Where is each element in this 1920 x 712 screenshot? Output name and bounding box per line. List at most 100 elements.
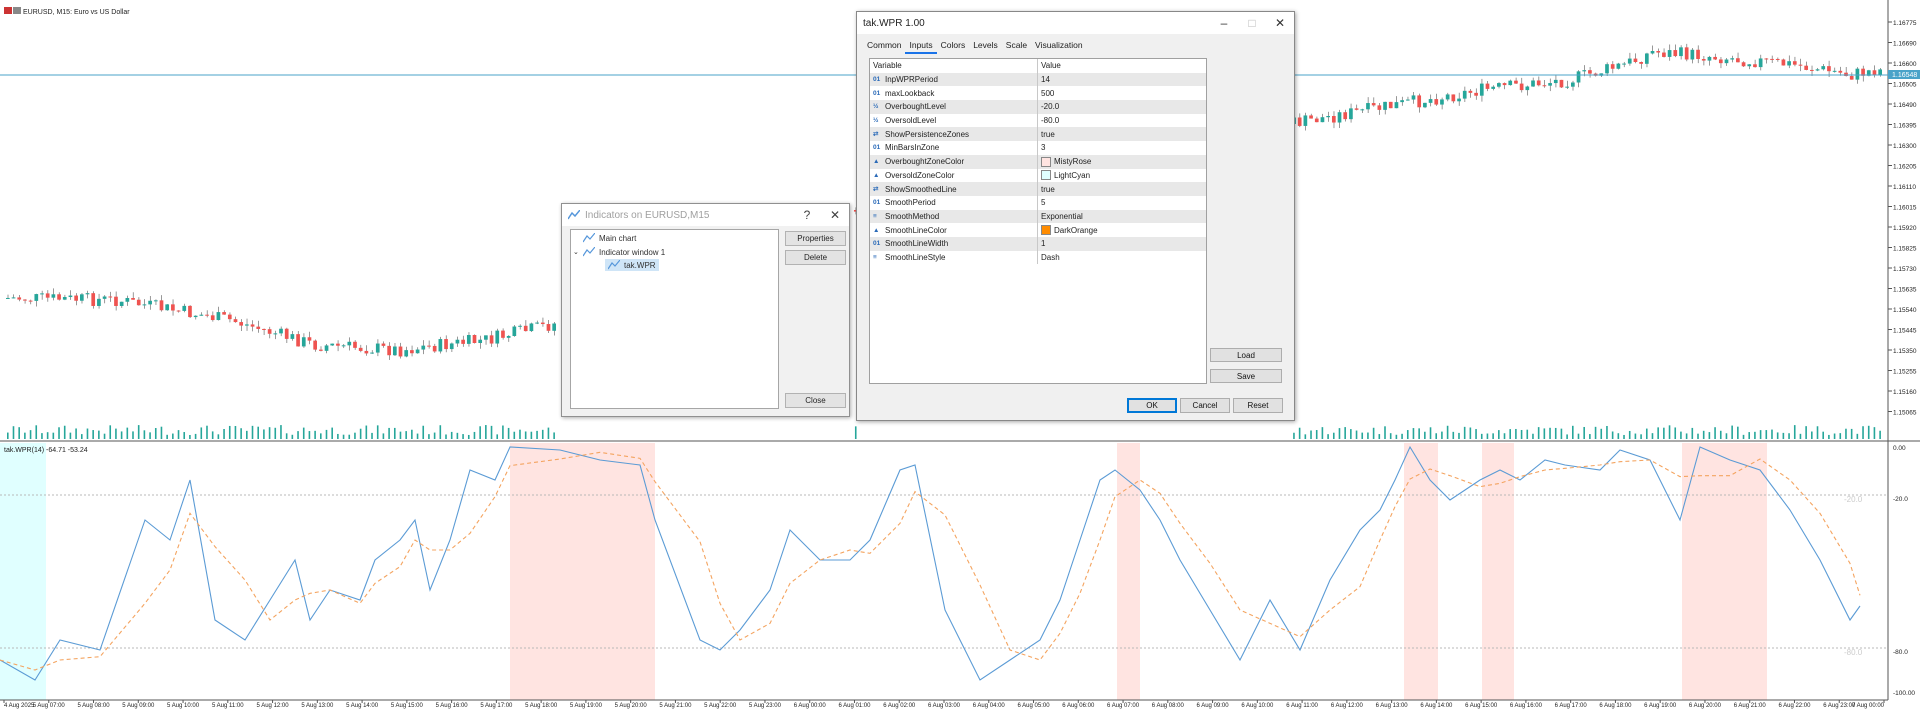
param-row[interactable]: 01 MinBarsInZone 3 [870,141,1206,155]
volume-bar [257,426,259,439]
chevron-down-icon[interactable]: ⌄ [573,248,583,256]
param-value-cell[interactable]: true [1038,182,1206,196]
properties-button[interactable]: Properties [785,231,846,246]
ok-button[interactable]: OK [1127,398,1177,413]
candle [193,315,198,318]
volume-bar [325,429,328,439]
volume-bar [1549,427,1551,439]
price-tick-label: 1.15635 [1893,287,1917,294]
param-row[interactable]: ≡ SmoothMethod Exponential [870,209,1206,224]
param-value-cell[interactable]: Dash [1038,251,1206,265]
param-row[interactable]: 01 SmoothPeriod 5 [870,195,1206,210]
param-row[interactable]: ≡ SmoothLineStyle Dash [870,250,1206,265]
candle [239,322,244,326]
price-tick-label: 1.16110 [1893,184,1916,191]
price-tick-label: 1.15160 [1893,389,1917,396]
param-value-cell[interactable]: 1 [1038,237,1206,251]
param-row[interactable]: ½ OverboughtLevel -20.0 [870,100,1206,114]
param-row[interactable]: ⇄ ShowSmoothedLine true [870,182,1206,196]
cancel-button[interactable]: Cancel [1180,398,1230,413]
candle [495,330,500,344]
param-value-cell[interactable]: MistyRose [1038,155,1206,169]
candle [165,304,170,311]
param-value-cell[interactable]: true [1038,127,1206,141]
param-value-cell[interactable]: 5 [1038,196,1206,210]
param-row[interactable]: ▲ SmoothLineColor DarkOrange [870,223,1206,237]
volume-bar [1725,433,1728,439]
param-row[interactable]: ½ OversoldLevel -80.0 [870,113,1206,128]
candle [1758,58,1763,68]
volume-bar [240,428,242,439]
maximize-icon[interactable]: □ [1238,13,1266,33]
tab-visualization[interactable]: Visualization [1031,38,1087,54]
oversold-level-label: -80.0 [1844,648,1863,657]
volume-bar [206,425,208,439]
volume-bar [1372,427,1375,439]
tree-item-takwpr[interactable]: tak.WPR [605,259,659,271]
tree-item-indicator-window[interactable]: ⌄ Indicator window 1 [573,246,665,258]
indicators-tree[interactable]: Main chart ⌄ Indicator window 1 tak.WPR [570,229,779,409]
inputs-grid[interactable]: Variable Value 01 InpWPRPeriod 14 01 maxLook… [869,58,1207,384]
param-value-cell[interactable]: 14 [1038,73,1206,87]
param-value-cell[interactable]: Exponential [1038,210,1206,224]
param-value-cell[interactable]: -20.0 [1038,100,1206,114]
param-value-cell[interactable]: -80.0 [1038,114,1206,128]
close-button[interactable]: Close [785,393,846,408]
volume-bar [1344,427,1346,439]
param-value-cell[interactable]: DarkOrange [1038,223,1206,237]
minimize-icon[interactable]: – [1210,13,1238,33]
delete-button[interactable]: Delete [785,250,846,265]
param-type-icon: ⇄ [873,131,879,139]
param-row[interactable]: ⇄ ShowPersistenceZones true [870,127,1206,142]
time-tick-label: 5 Aug 11:00 [212,703,244,709]
tab-inputs[interactable]: Inputs [905,38,937,54]
param-row[interactable]: 01 SmoothLineWidth 1 [870,236,1206,251]
indicators-titlebar: Indicators on EURUSD,M15 ? ✕ [562,204,849,226]
candle [472,335,477,344]
help-button[interactable]: ? [793,205,821,225]
param-value-cell[interactable]: LightCyan [1038,169,1206,183]
volume-bar [314,430,316,439]
candle [336,343,340,346]
candle [1815,69,1820,71]
param-value-cell[interactable]: 3 [1038,141,1206,155]
volume-bar [194,433,197,439]
persistence-zone [1682,443,1767,700]
tab-levels[interactable]: Levels [969,38,1002,54]
candle [1360,109,1365,111]
volume-bar [69,432,72,439]
param-row[interactable]: 01 maxLookback 500 [870,86,1206,101]
param-value-cell[interactable]: 500 [1038,86,1206,100]
reset-button[interactable]: Reset [1233,398,1283,413]
load-button[interactable]: Load [1210,348,1282,362]
tree-item-main-chart[interactable]: Main chart [583,232,636,244]
tab-scale[interactable]: Scale [1002,38,1031,54]
param-row[interactable]: 01 InpWPRPeriod 14 [870,72,1206,87]
volume-bar [1310,430,1312,439]
tab-colors[interactable]: Colors [937,38,970,54]
save-button[interactable]: Save [1210,369,1282,383]
candle [1644,53,1649,64]
param-row[interactable]: ▲ OverboughtZoneColor MistyRose [870,154,1206,169]
param-row[interactable]: ▲ OversoldZoneColor LightCyan [870,168,1206,183]
volume-bar [1742,434,1745,439]
candle [279,328,283,334]
candle [1713,56,1717,60]
volume-bar [228,425,231,439]
close-x-button[interactable]: ✕ [821,205,849,225]
volume-bar [1384,426,1386,439]
candle [91,293,96,306]
persistence-zone [1404,443,1438,700]
color-swatch [1041,170,1051,181]
candle [421,345,426,350]
candle [199,314,204,316]
param-value: true [1041,184,1055,194]
time-tick-label: 6 Aug 03:00 [928,703,961,709]
tab-common[interactable]: Common [863,38,905,54]
candle [245,324,249,326]
candle [1343,112,1348,120]
candle [102,296,107,299]
indicator-label: tak.WPR(14) -64.71 -53.24 [4,447,88,454]
volume-bar [456,432,459,439]
close-icon[interactable]: ✕ [1266,13,1294,33]
